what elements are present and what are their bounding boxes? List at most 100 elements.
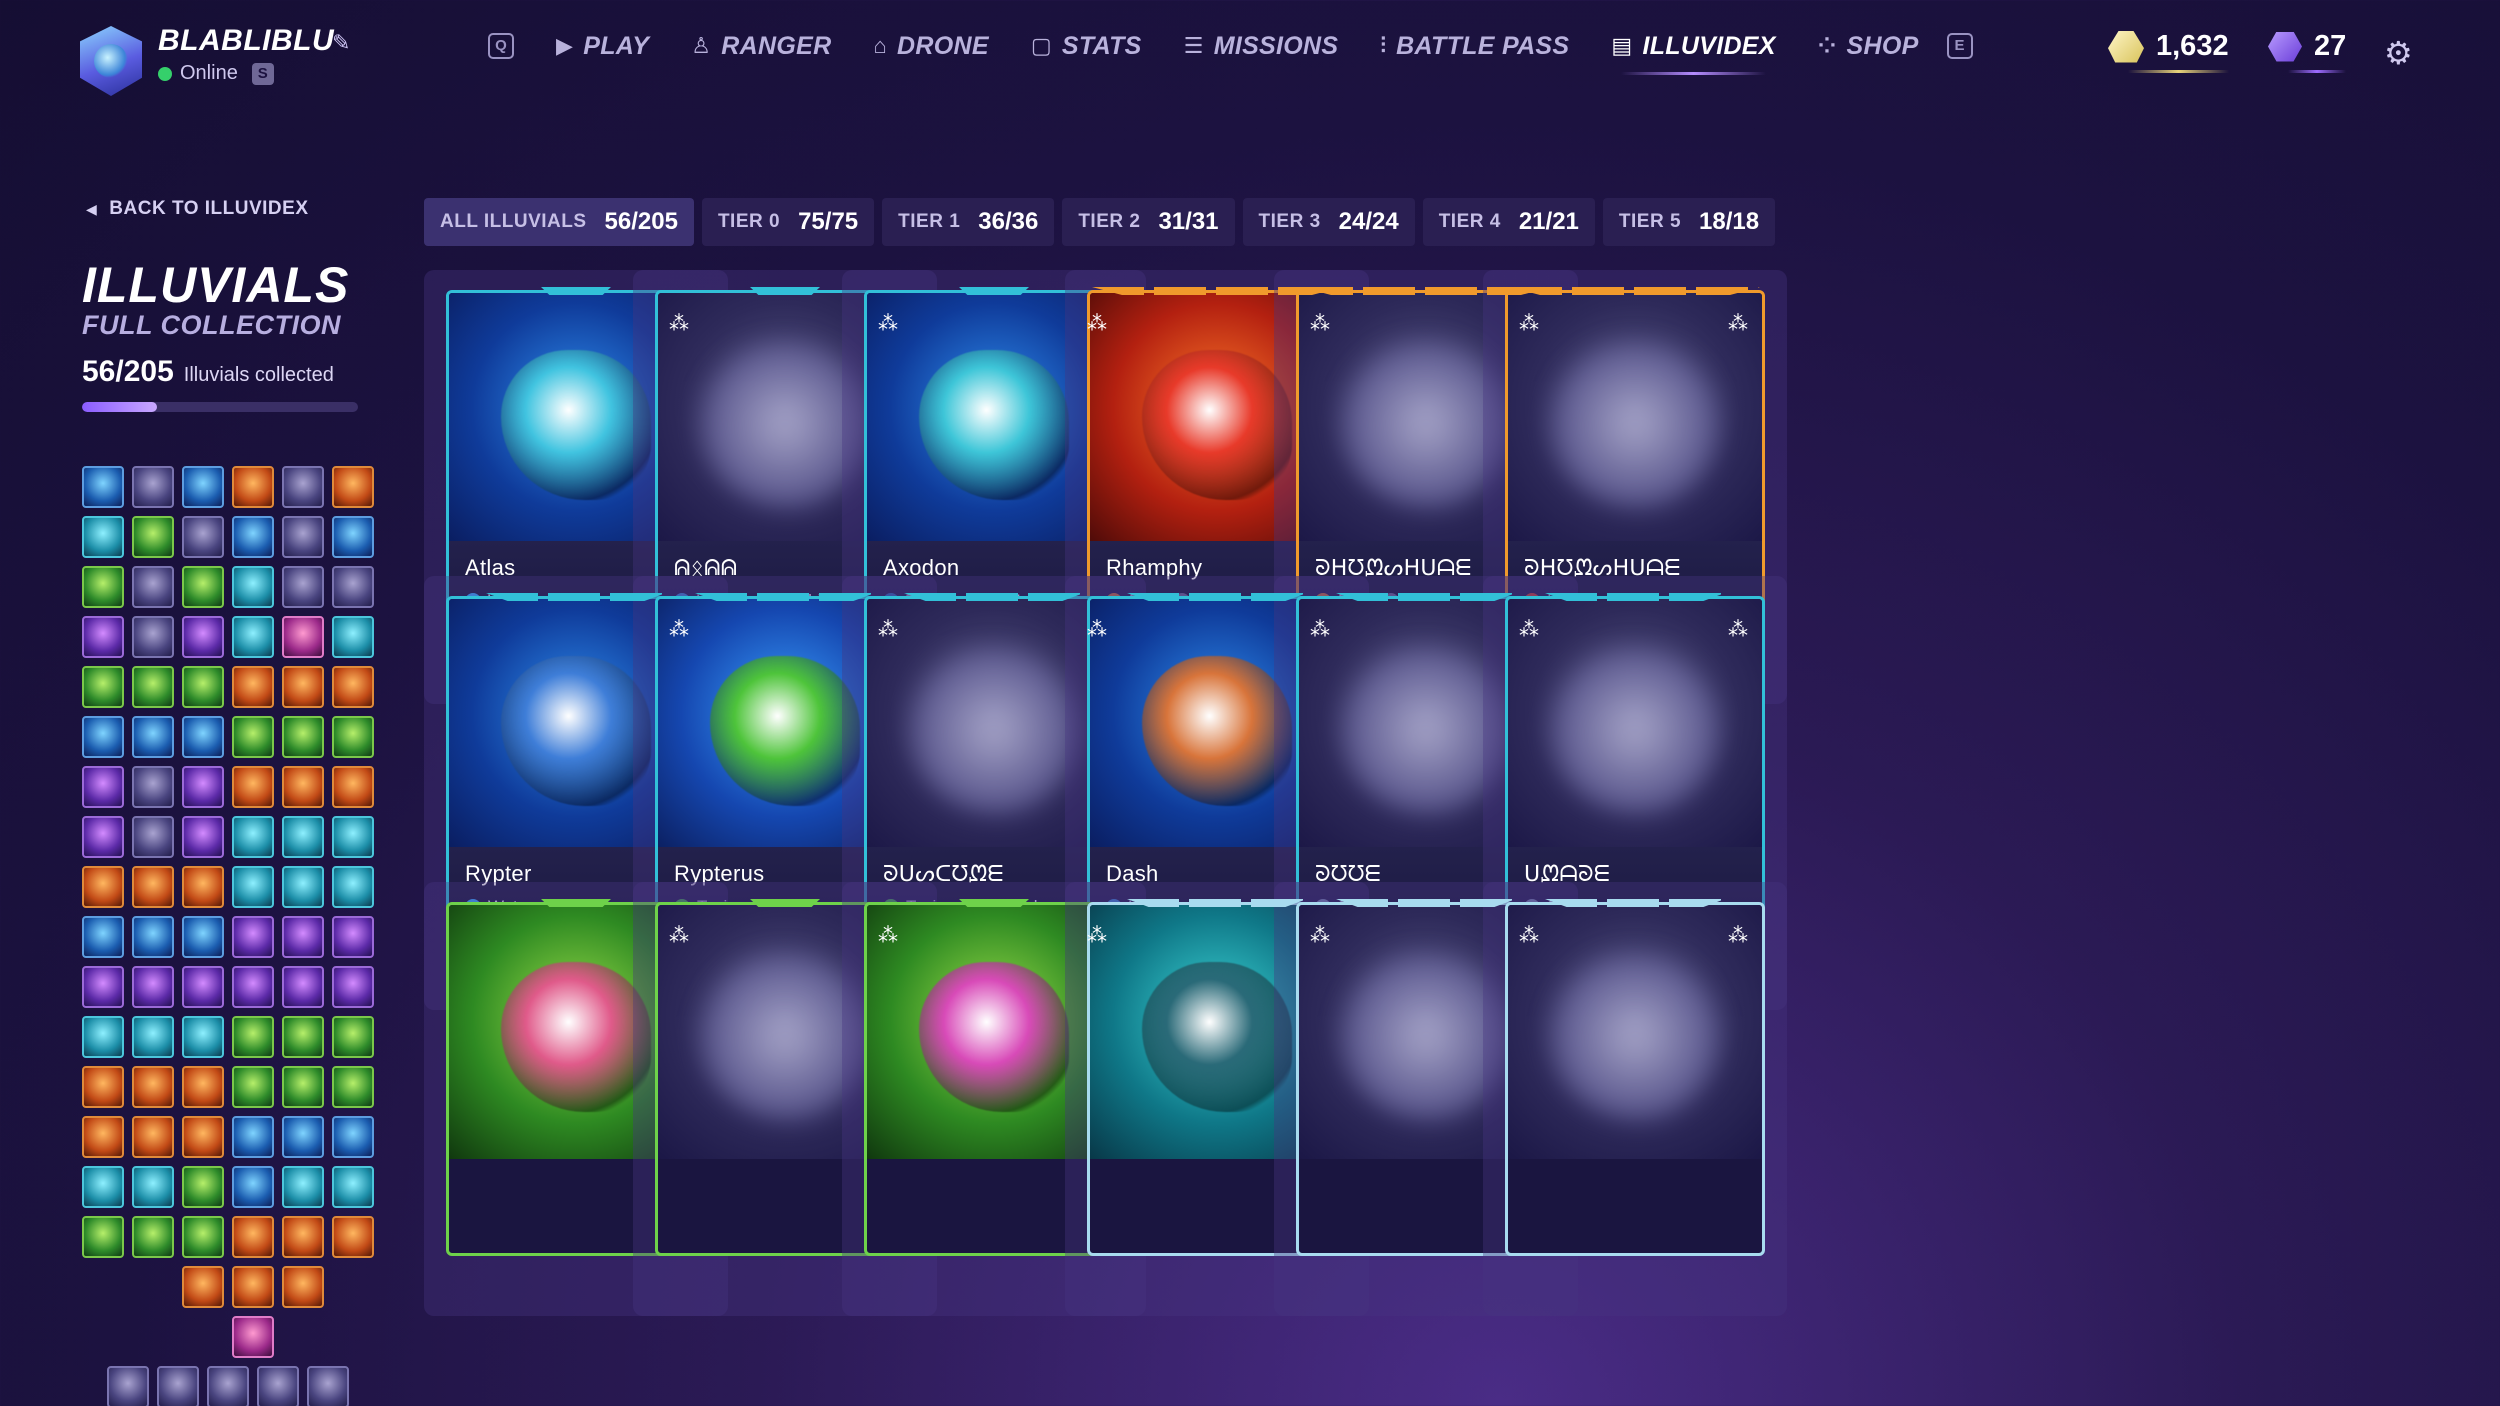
back-to-illuvidex-link[interactable]: ◀ BACK TO ILLUVIDEX xyxy=(86,198,309,220)
card-synergy-icon[interactable]: ⁂ xyxy=(1728,617,1748,642)
illuvial-thumbnail[interactable] xyxy=(282,466,324,508)
illuvial-thumbnail[interactable] xyxy=(132,866,174,908)
illuvial-thumbnail[interactable] xyxy=(232,916,274,958)
card-synergy-icon[interactable]: ⁂ xyxy=(669,617,689,642)
card-synergy-icon[interactable]: ⁂ xyxy=(1728,311,1748,336)
illuvial-thumbnail[interactable] xyxy=(82,616,124,658)
illuvial-thumbnail[interactable] xyxy=(332,1216,374,1258)
illuvial-thumbnail[interactable] xyxy=(332,666,374,708)
illuvial-thumbnail[interactable] xyxy=(332,616,374,658)
settings-gear-icon[interactable]: ⚙ xyxy=(2384,34,2413,72)
illuvial-thumbnail[interactable] xyxy=(232,1016,274,1058)
illuvial-thumbnail[interactable] xyxy=(332,866,374,908)
illuvial-thumbnail[interactable] xyxy=(282,716,324,758)
edit-name-icon[interactable]: ✎ xyxy=(332,30,350,56)
illuvial-thumbnail[interactable] xyxy=(82,516,124,558)
illuvial-thumbnail[interactable] xyxy=(132,1016,174,1058)
illuvial-thumbnail[interactable] xyxy=(232,1166,274,1208)
illuvial-thumbnail[interactable] xyxy=(282,1016,324,1058)
illuvial-thumbnail[interactable] xyxy=(182,1166,224,1208)
illuvial-thumbnail[interactable] xyxy=(182,1016,224,1058)
nav-shop[interactable]: ⁘ SHOP xyxy=(1818,32,1919,61)
illuvial-thumbnail[interactable] xyxy=(232,816,274,858)
illuvial-thumbnail[interactable] xyxy=(82,1216,124,1258)
card-synergy-icon[interactable]: ⁂ xyxy=(669,923,689,948)
illuvial-thumbnail[interactable] xyxy=(332,816,374,858)
illuvial-thumbnail[interactable] xyxy=(132,666,174,708)
illuvial-thumbnail[interactable] xyxy=(182,866,224,908)
illuvial-thumbnail[interactable] xyxy=(132,1066,174,1108)
illuvial-thumbnail[interactable] xyxy=(332,1016,374,1058)
illuvial-thumbnail[interactable] xyxy=(282,1066,324,1108)
illuvial-thumbnail[interactable] xyxy=(82,1066,124,1108)
nav-missions[interactable]: ☰ MISSIONS xyxy=(1184,32,1339,61)
illuvial-thumbnail[interactable] xyxy=(82,1016,124,1058)
illuvial-thumbnail[interactable] xyxy=(282,1216,324,1258)
illuvial-thumbnail[interactable] xyxy=(282,516,324,558)
illuvial-thumbnail[interactable] xyxy=(282,866,324,908)
illuvial-thumbnail[interactable] xyxy=(332,966,374,1008)
illuvial-thumbnail[interactable] xyxy=(332,566,374,608)
illuvial-thumbnail[interactable] xyxy=(282,816,324,858)
illuvial-thumbnail[interactable] xyxy=(182,716,224,758)
illuvial-thumbnail[interactable] xyxy=(132,1116,174,1158)
illuvial-thumbnail[interactable] xyxy=(82,466,124,508)
card-synergy-icon[interactable]: ⁂ xyxy=(878,617,898,642)
illuvial-thumbnail[interactable] xyxy=(82,866,124,908)
illuvial-thumbnail[interactable] xyxy=(232,866,274,908)
illuvial-thumbnail[interactable] xyxy=(82,1166,124,1208)
illuvial-thumbnail[interactable] xyxy=(232,1116,274,1158)
nav-play[interactable]: ▶ PLAY xyxy=(556,32,649,61)
illuvial-thumbnail[interactable] xyxy=(182,816,224,858)
illuvial-thumbnail[interactable] xyxy=(182,766,224,808)
illuvial-thumbnail[interactable] xyxy=(282,916,324,958)
nav-ranger[interactable]: ♙ RANGER xyxy=(691,32,831,61)
illuvial-thumbnail[interactable] xyxy=(232,516,274,558)
nav-illuvidex[interactable]: ▤ ILLUVIDEX xyxy=(1611,32,1775,75)
illuvial-thumbnail[interactable] xyxy=(232,1066,274,1108)
illuvial-thumbnail[interactable] xyxy=(232,716,274,758)
illuvial-thumbnail[interactable] xyxy=(332,916,374,958)
illuvial-thumbnail[interactable] xyxy=(282,766,324,808)
card-synergy-icon[interactable]: ⁂ xyxy=(878,311,898,336)
illuvial-thumbnail[interactable] xyxy=(132,516,174,558)
card-synergy-icon[interactable]: ⁂ xyxy=(1087,923,1107,948)
illuvial-thumbnail[interactable] xyxy=(82,1116,124,1158)
illuvial-thumbnail[interactable] xyxy=(182,566,224,608)
illuvial-thumbnail[interactable] xyxy=(182,666,224,708)
illuvial-thumbnail[interactable] xyxy=(332,516,374,558)
gems-currency[interactable]: 27 xyxy=(2268,30,2347,73)
illuvial-thumbnail[interactable] xyxy=(182,516,224,558)
illuvial-thumbnail[interactable] xyxy=(282,1266,324,1308)
nav-prev-key-hint[interactable]: Q xyxy=(488,33,514,59)
illuvial-thumbnail[interactable] xyxy=(132,1216,174,1258)
illuvial-thumbnail[interactable] xyxy=(257,1366,299,1406)
shards-currency[interactable]: 1,632 xyxy=(2108,30,2229,73)
illuvial-thumbnail[interactable] xyxy=(82,666,124,708)
illuvial-thumbnail[interactable] xyxy=(282,616,324,658)
illuvial-thumbnail[interactable] xyxy=(232,766,274,808)
card-synergy-icon[interactable]: ⁂ xyxy=(669,311,689,336)
illuvial-thumbnail[interactable] xyxy=(207,1366,249,1406)
tab-tier-1[interactable]: TIER 1 36/36 xyxy=(882,198,1055,246)
illuvial-thumbnail[interactable] xyxy=(182,1116,224,1158)
illuvial-thumbnail[interactable] xyxy=(82,766,124,808)
card-synergy-icon[interactable]: ⁂ xyxy=(1310,923,1330,948)
illuvial-thumbnail[interactable] xyxy=(82,816,124,858)
illuvial-thumbnail[interactable] xyxy=(332,466,374,508)
illuvial-thumbnail[interactable] xyxy=(82,566,124,608)
illuvial-thumbnail[interactable] xyxy=(182,1216,224,1258)
illuvial-thumbnail[interactable] xyxy=(132,716,174,758)
card-synergy-icon[interactable]: ⁂ xyxy=(878,923,898,948)
illuvial-thumbnail[interactable] xyxy=(132,966,174,1008)
card-synergy-icon[interactable]: ⁂ xyxy=(1087,617,1107,642)
illuvial-thumbnail[interactable] xyxy=(307,1366,349,1406)
nav-battle-pass[interactable]: ⫶ BATTLE PASS xyxy=(1380,32,1569,61)
illuvial-thumbnail[interactable] xyxy=(232,616,274,658)
illuvial-thumbnail[interactable] xyxy=(182,1266,224,1308)
card-synergy-icon[interactable]: ⁂ xyxy=(1310,617,1330,642)
illuvial-thumbnail[interactable] xyxy=(132,466,174,508)
card-synergy-icon[interactable]: ⁂ xyxy=(1519,923,1539,948)
illuvial-thumbnail[interactable] xyxy=(282,1166,324,1208)
illuvial-thumbnail[interactable] xyxy=(232,966,274,1008)
